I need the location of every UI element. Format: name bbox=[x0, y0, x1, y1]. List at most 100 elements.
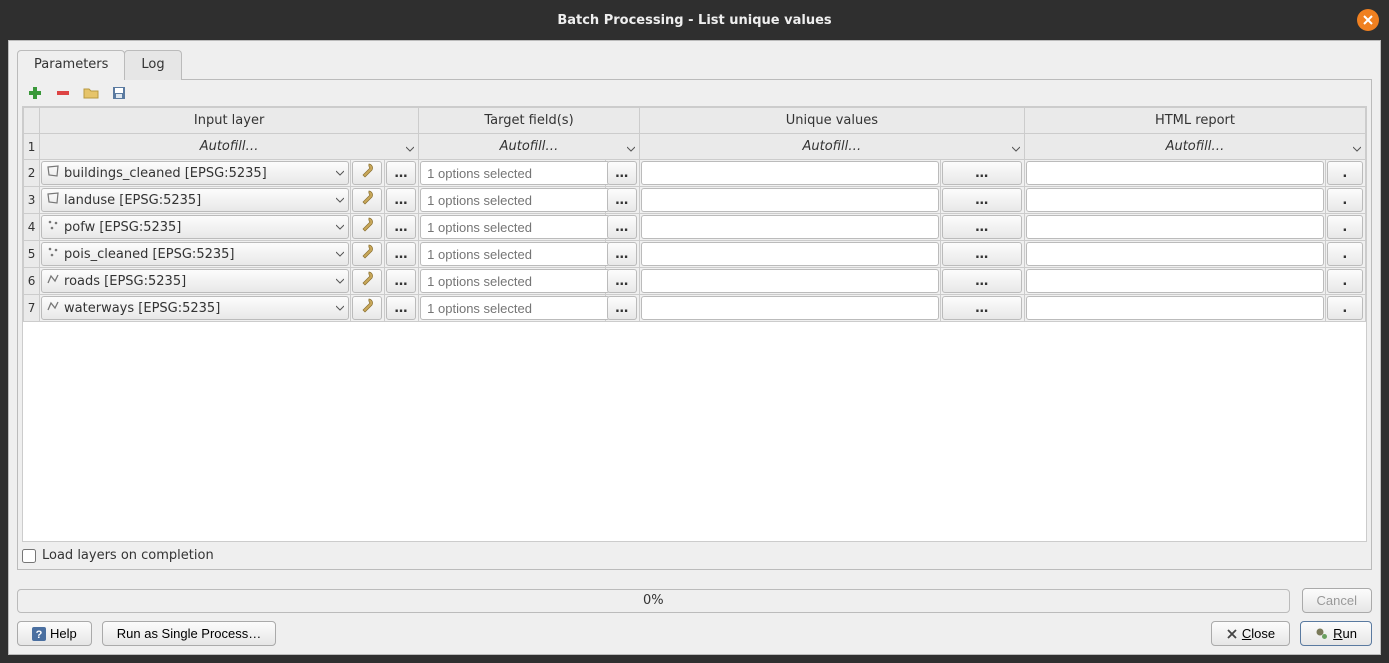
iterate-button[interactable] bbox=[352, 296, 382, 320]
html-report-output[interactable] bbox=[1026, 296, 1324, 320]
target-fields-browse-button[interactable]: … bbox=[607, 188, 637, 212]
unique-values-output[interactable] bbox=[641, 215, 939, 239]
input-layer-browse-button[interactable]: … bbox=[386, 161, 416, 185]
input-layer-label: roads [EPSG:5235] bbox=[64, 274, 332, 289]
html-report-browse-button[interactable]: . bbox=[1327, 215, 1363, 239]
autofill-target-fields[interactable]: Autofill… bbox=[419, 134, 640, 160]
iterate-button[interactable] bbox=[352, 161, 382, 185]
save-batch-button[interactable] bbox=[108, 84, 130, 102]
chevron-down-icon bbox=[627, 142, 635, 157]
target-fields-input[interactable] bbox=[420, 296, 610, 320]
input-layer-browse-button[interactable]: … bbox=[386, 215, 416, 239]
unique-values-browse-button[interactable]: … bbox=[942, 242, 1022, 266]
iterate-button[interactable] bbox=[352, 188, 382, 212]
point-layer-icon bbox=[46, 218, 60, 236]
open-batch-button[interactable] bbox=[80, 84, 102, 102]
target-fields-browse-button[interactable]: … bbox=[607, 215, 637, 239]
polygon-layer-icon bbox=[46, 191, 60, 209]
chevron-down-icon bbox=[336, 193, 344, 208]
unique-values-browse-button[interactable]: … bbox=[942, 161, 1022, 185]
target-fields-browse-button[interactable]: … bbox=[607, 242, 637, 266]
html-report-browse-button[interactable]: . bbox=[1327, 269, 1363, 293]
row-num: 6 bbox=[24, 268, 40, 295]
row-num: 3 bbox=[24, 187, 40, 214]
unique-values-output[interactable] bbox=[641, 296, 939, 320]
load-layers-checkbox[interactable] bbox=[22, 549, 36, 563]
tab-log[interactable]: Log bbox=[124, 50, 181, 80]
target-fields-input[interactable] bbox=[420, 188, 610, 212]
input-layer-combo[interactable]: landuse [EPSG:5235] bbox=[41, 188, 349, 212]
wrench-icon bbox=[358, 243, 376, 265]
close-button[interactable]: Close bbox=[1211, 621, 1290, 646]
unique-values-output[interactable] bbox=[641, 269, 939, 293]
html-report-output[interactable] bbox=[1026, 242, 1324, 266]
html-report-output[interactable] bbox=[1026, 188, 1324, 212]
html-report-browse-button[interactable]: . bbox=[1327, 242, 1363, 266]
input-layer-browse-button[interactable]: … bbox=[386, 188, 416, 212]
target-fields-browse-button[interactable]: … bbox=[607, 161, 637, 185]
input-layer-combo[interactable]: roads [EPSG:5235] bbox=[41, 269, 349, 293]
input-layer-combo[interactable]: pois_cleaned [EPSG:5235] bbox=[41, 242, 349, 266]
iterate-button[interactable] bbox=[352, 242, 382, 266]
unique-values-output[interactable] bbox=[641, 188, 939, 212]
progress-bar: 0% bbox=[17, 589, 1290, 613]
autofill-html-report[interactable]: Autofill… bbox=[1024, 134, 1365, 160]
html-report-output[interactable] bbox=[1026, 161, 1324, 185]
line-layer-icon bbox=[46, 272, 60, 290]
html-report-output[interactable] bbox=[1026, 269, 1324, 293]
unique-values-browse-button[interactable]: … bbox=[942, 215, 1022, 239]
add-row-button[interactable] bbox=[24, 84, 46, 102]
tab-parameters[interactable]: Parameters bbox=[17, 50, 125, 80]
wrench-icon bbox=[358, 297, 376, 319]
input-layer-combo[interactable]: waterways [EPSG:5235] bbox=[41, 296, 349, 320]
target-fields-input[interactable] bbox=[420, 269, 610, 293]
html-report-browse-button[interactable]: . bbox=[1327, 296, 1363, 320]
run-single-button[interactable]: Run as Single Process… bbox=[102, 621, 277, 646]
row-num: 4 bbox=[24, 214, 40, 241]
autofill-unique-values[interactable]: Autofill… bbox=[639, 134, 1024, 160]
autofill-input-layer[interactable]: Autofill… bbox=[40, 134, 419, 160]
iterate-button[interactable] bbox=[352, 269, 382, 293]
col-input-layer[interactable]: Input layer bbox=[40, 108, 419, 134]
wrench-icon bbox=[358, 189, 376, 211]
unique-values-browse-button[interactable]: … bbox=[942, 269, 1022, 293]
cancel-button[interactable]: Cancel bbox=[1302, 588, 1372, 613]
target-fields-input[interactable] bbox=[420, 215, 610, 239]
unique-values-output[interactable] bbox=[641, 161, 939, 185]
minus-icon bbox=[55, 85, 71, 101]
target-fields-browse-button[interactable]: … bbox=[607, 269, 637, 293]
titlebar: Batch Processing - List unique values bbox=[0, 0, 1389, 40]
close-icon bbox=[1362, 14, 1374, 26]
target-fields-input[interactable] bbox=[420, 161, 610, 185]
input-layer-browse-button[interactable]: … bbox=[386, 269, 416, 293]
window-close-button[interactable] bbox=[1357, 9, 1379, 31]
load-layers-label: Load layers on completion bbox=[42, 548, 214, 563]
chevron-down-icon bbox=[406, 142, 414, 157]
folder-icon bbox=[83, 85, 99, 101]
run-button[interactable]: Run bbox=[1300, 621, 1372, 646]
unique-values-output[interactable] bbox=[641, 242, 939, 266]
input-layer-combo[interactable]: pofw [EPSG:5235] bbox=[41, 215, 349, 239]
html-report-browse-button[interactable]: . bbox=[1327, 161, 1363, 185]
col-unique-values[interactable]: Unique values bbox=[639, 108, 1024, 134]
input-layer-browse-button[interactable]: … bbox=[386, 296, 416, 320]
unique-values-browse-button[interactable]: … bbox=[942, 296, 1022, 320]
wrench-icon bbox=[358, 216, 376, 238]
col-html-report[interactable]: HTML report bbox=[1024, 108, 1365, 134]
unique-values-browse-button[interactable]: … bbox=[942, 188, 1022, 212]
help-button[interactable]: ? Help bbox=[17, 621, 92, 646]
input-layer-browse-button[interactable]: … bbox=[386, 242, 416, 266]
corner-cell bbox=[24, 108, 40, 134]
input-layer-combo[interactable]: buildings_cleaned [EPSG:5235] bbox=[41, 161, 349, 185]
point-layer-icon bbox=[46, 245, 60, 263]
line-layer-icon bbox=[46, 299, 60, 317]
target-fields-input[interactable] bbox=[420, 242, 610, 266]
html-report-output[interactable] bbox=[1026, 215, 1324, 239]
remove-row-button[interactable] bbox=[52, 84, 74, 102]
input-layer-label: buildings_cleaned [EPSG:5235] bbox=[64, 166, 332, 181]
iterate-button[interactable] bbox=[352, 215, 382, 239]
col-target-fields[interactable]: Target field(s) bbox=[419, 108, 640, 134]
html-report-browse-button[interactable]: . bbox=[1327, 188, 1363, 212]
chevron-down-icon bbox=[336, 274, 344, 289]
target-fields-browse-button[interactable]: … bbox=[607, 296, 637, 320]
